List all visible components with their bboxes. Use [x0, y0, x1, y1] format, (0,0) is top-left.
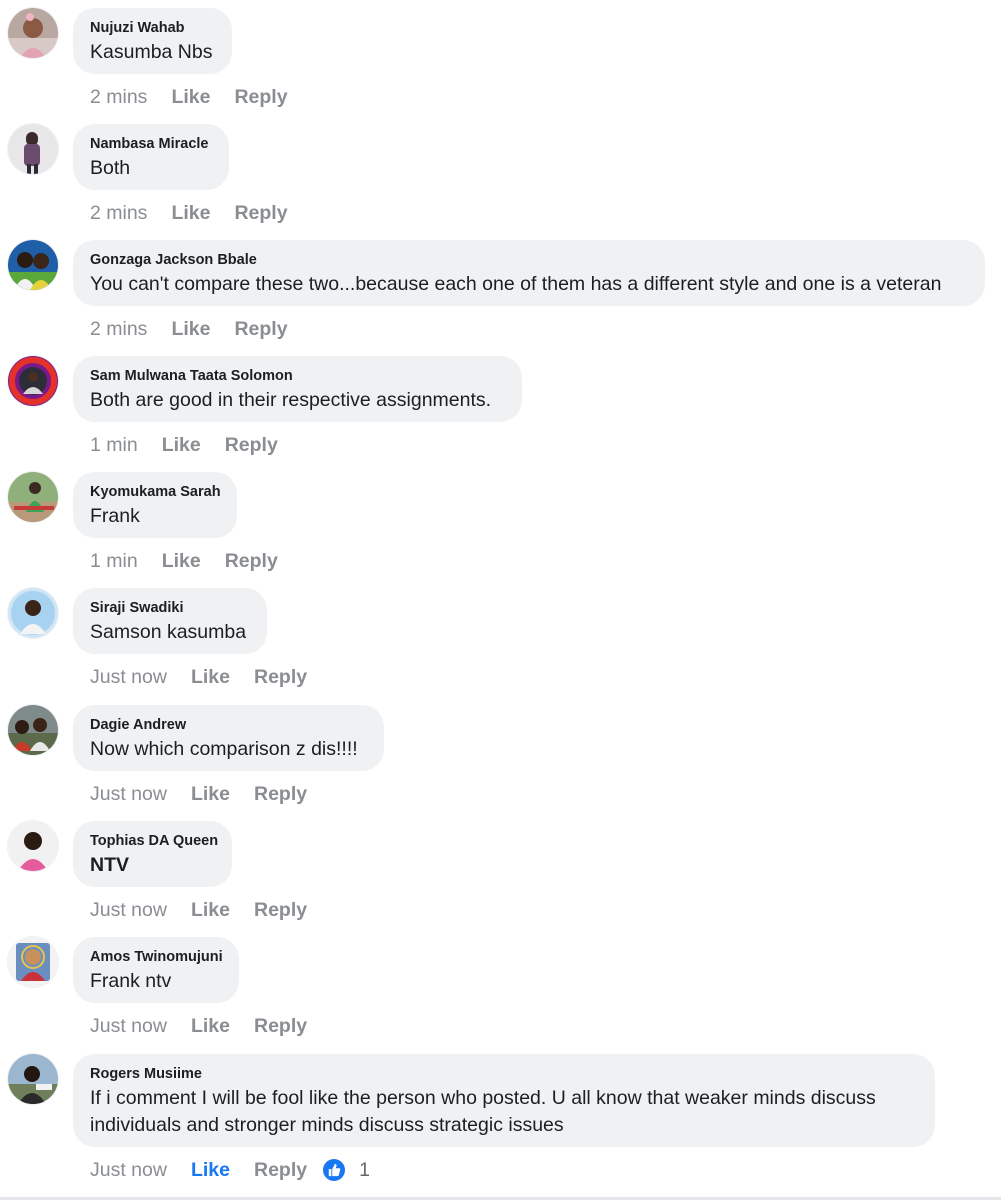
comment-bubble: Kyomukama Sarah Frank	[73, 472, 237, 538]
reply-button[interactable]: Reply	[254, 1159, 307, 1182]
comment-timestamp[interactable]: 1 min	[90, 434, 138, 457]
reaction-count: 1	[359, 1158, 370, 1181]
comment-author[interactable]: Nambasa Miracle	[90, 135, 212, 153]
reply-button[interactable]: Reply	[254, 1015, 307, 1038]
comment-actions: Just now Like Reply	[90, 664, 307, 690]
comment-author[interactable]: Siraji Swadiki	[90, 599, 250, 617]
comment-timestamp[interactable]: 2 mins	[90, 318, 147, 341]
like-button[interactable]: Like	[171, 202, 210, 225]
comment-item: Siraji Swadiki Samson kasumba Just now L…	[0, 580, 1001, 696]
comment-actions: Just now Like Reply	[90, 897, 307, 923]
reply-button[interactable]: Reply	[225, 434, 278, 457]
comment-bubble: Sam Mulwana Taata Solomon Both are good …	[73, 356, 522, 422]
comment-item: Gonzaga Jackson Bbale You can't compare …	[0, 232, 1001, 348]
comment-item: Nujuzi Wahab Kasumba Nbs 2 mins Like Rep…	[0, 0, 1001, 116]
comment-actions: 2 mins Like Reply	[90, 316, 288, 342]
comment-text: Both are good in their respective assign…	[90, 389, 492, 411]
comment-item: Nambasa Miracle Both 2 mins Like Reply	[0, 116, 1001, 232]
like-button[interactable]: Like	[191, 1015, 230, 1038]
comment-bubble: Nambasa Miracle Both	[73, 124, 229, 190]
reply-button[interactable]: Reply	[234, 202, 287, 225]
comment-actions: 1 min Like Reply	[90, 432, 278, 458]
like-button[interactable]: Like	[162, 434, 201, 457]
outdoor-person-avatar[interactable]	[8, 472, 58, 522]
comment-author[interactable]: Amos Twinomujuni	[90, 948, 223, 966]
comment-timestamp[interactable]: Just now	[90, 1015, 167, 1038]
comment-bubble: Gonzaga Jackson Bbale You can't compare …	[73, 240, 985, 306]
comment-bubble: Siraji Swadiki Samson kasumba	[73, 588, 267, 654]
comment-author[interactable]: Dagie Andrew	[90, 716, 367, 734]
comment-actions: 2 mins Like Reply	[90, 200, 288, 226]
comment-author[interactable]: Nujuzi Wahab	[90, 19, 215, 37]
comments-list: Nujuzi Wahab Kasumba Nbs 2 mins Like Rep…	[0, 0, 1001, 1200]
like-button[interactable]: Like	[191, 1159, 230, 1182]
reply-button[interactable]: Reply	[254, 899, 307, 922]
comment-actions: Just now Like Reply 1	[90, 1157, 370, 1183]
comment-bubble: Tophias DA Queen NTV	[73, 821, 232, 887]
comment-bubble: Rogers Musiime If i comment I will be fo…	[73, 1054, 935, 1147]
comment-author[interactable]: Kyomukama Sarah	[90, 483, 221, 501]
comment-author[interactable]: Gonzaga Jackson Bbale	[90, 251, 968, 269]
comment-item: Sam Mulwana Taata Solomon Both are good …	[0, 348, 1001, 464]
comment-timestamp[interactable]: 1 min	[90, 550, 138, 573]
comment-actions: 1 min Like Reply	[90, 548, 278, 574]
comment-item: Kyomukama Sarah Frank 1 min Like Reply	[0, 464, 1001, 580]
comment-item: Tophias DA Queen NTV Just now Like Reply	[0, 813, 1001, 929]
comment-timestamp[interactable]: 2 mins	[90, 202, 147, 225]
comment-text: Now which comparison z dis!!!!	[90, 738, 358, 760]
comment-text: Both	[90, 157, 131, 179]
comment-text: If i comment I will be fool like the per…	[90, 1087, 876, 1136]
comment-bubble: Amos Twinomujuni Frank ntv	[73, 937, 239, 1003]
like-button[interactable]: Like	[191, 666, 230, 689]
badge-frame-avatar[interactable]	[8, 356, 58, 406]
group-photo-avatar[interactable]	[8, 705, 58, 755]
comment-text: Frank ntv	[90, 970, 172, 992]
man-portrait-avatar[interactable]	[8, 588, 58, 638]
man-outdoor-avatar[interactable]	[8, 1054, 58, 1104]
comment-text: NTV	[90, 854, 129, 876]
comment-bubble: Dagie Andrew Now which comparison z dis!…	[73, 705, 384, 771]
comment-text: Frank	[90, 505, 140, 527]
like-button[interactable]: Like	[191, 899, 230, 922]
comment-timestamp[interactable]: 2 mins	[90, 86, 147, 109]
comment-bubble: Nujuzi Wahab Kasumba Nbs	[73, 8, 232, 74]
religious-image-avatar[interactable]	[8, 937, 58, 987]
comment-timestamp[interactable]: Just now	[90, 1159, 167, 1182]
comment-actions: 2 mins Like Reply	[90, 84, 288, 110]
reply-button[interactable]: Reply	[234, 86, 287, 109]
reply-button[interactable]: Reply	[225, 550, 278, 573]
comment-item: Rogers Musiime If i comment I will be fo…	[0, 1046, 1001, 1200]
comment-text: You can't compare these two...because ea…	[90, 273, 942, 295]
like-button[interactable]: Like	[171, 86, 210, 109]
comment-timestamp[interactable]: Just now	[90, 666, 167, 689]
thumbs-up-icon	[323, 1159, 346, 1181]
reply-button[interactable]: Reply	[234, 318, 287, 341]
comment-item: Dagie Andrew Now which comparison z dis!…	[0, 697, 1001, 813]
comment-text: Samson kasumba	[90, 621, 247, 643]
reply-button[interactable]: Reply	[254, 666, 307, 689]
person-standing-avatar[interactable]	[8, 124, 58, 174]
like-button[interactable]: Like	[162, 550, 201, 573]
like-button[interactable]: Like	[171, 318, 210, 341]
comment-author[interactable]: Tophias DA Queen	[90, 832, 218, 850]
comment-actions: Just now Like Reply	[90, 1013, 307, 1039]
comment-timestamp[interactable]: Just now	[90, 899, 167, 922]
comment-author[interactable]: Rogers Musiime	[90, 1065, 918, 1083]
comment-item: Amos Twinomujuni Frank ntv Just now Like…	[0, 929, 1001, 1045]
girl-portrait-avatar[interactable]	[8, 8, 58, 58]
like-button[interactable]: Like	[191, 783, 230, 806]
comment-author[interactable]: Sam Mulwana Taata Solomon	[90, 367, 505, 385]
woman-portrait-avatar[interactable]	[8, 821, 58, 871]
comment-timestamp[interactable]: Just now	[90, 783, 167, 806]
reply-button[interactable]: Reply	[254, 783, 307, 806]
couple-avatar[interactable]	[8, 240, 58, 290]
comment-actions: Just now Like Reply	[90, 781, 307, 807]
reaction-summary[interactable]: 1	[323, 1159, 370, 1182]
comment-text: Kasumba Nbs	[90, 41, 213, 63]
